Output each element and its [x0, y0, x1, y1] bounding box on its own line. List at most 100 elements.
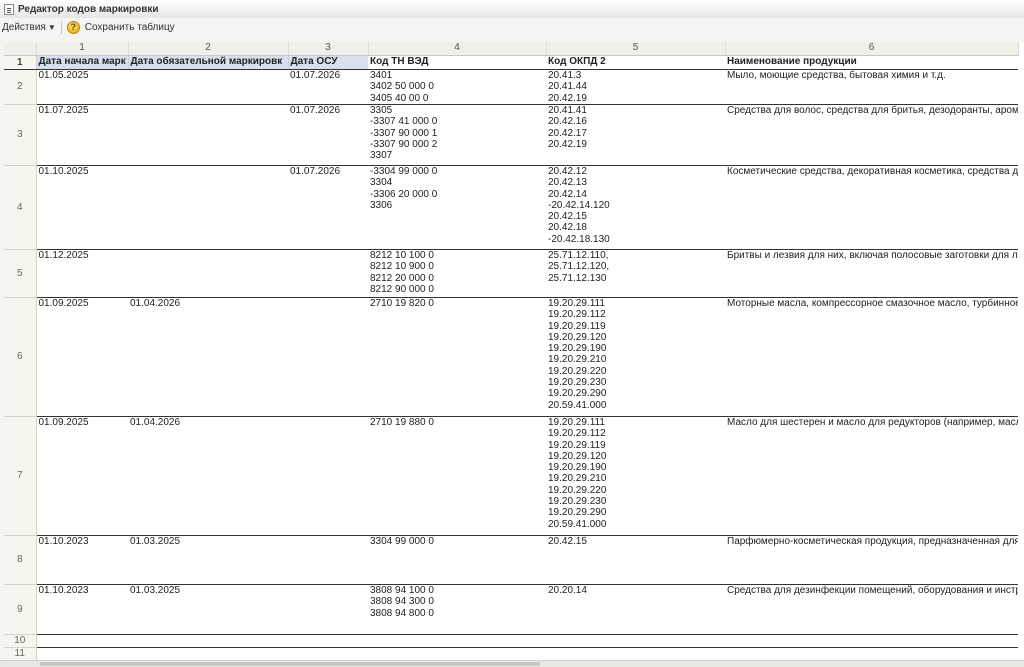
cell-start-date[interactable]: 01.05.2025: [36, 69, 128, 105]
cell-tnved-codes[interactable]: 8212 10 100 0 8212 10 900 0 8212 20 000 08…: [368, 249, 546, 298]
column-header[interactable]: 4: [368, 42, 547, 56]
okpd2-code: 19.20.29.112: [548, 309, 606, 321]
row-number[interactable]: 7: [4, 416, 37, 536]
row-number[interactable]: 1: [4, 55, 37, 70]
cell-product-name[interactable]: Парфюмерно-косметическая продукция, пред…: [725, 535, 1018, 585]
cell-osu-date[interactable]: [288, 535, 368, 585]
cell-start-date[interactable]: 01.10.2023: [36, 584, 128, 635]
header-cell-product-name[interactable]: Наименование продукции: [725, 55, 1018, 70]
cell-mandatory-date[interactable]: [128, 165, 288, 250]
header-cell-osu-date[interactable]: Дата ОСУ: [288, 55, 368, 70]
cell-osu-date[interactable]: [288, 249, 368, 298]
cell-start-date[interactable]: 01.10.2025: [36, 165, 128, 250]
cell-mandatory-date[interactable]: [128, 69, 288, 105]
cell-tnved-codes[interactable]: 3305 -3307 41 000 0 -3307 90 000 1 -3307 90…: [368, 104, 546, 166]
cell-okpd2-codes[interactable]: 19.20.29.111 19.20.29.112 19.20.29.119 19.2…: [546, 416, 725, 536]
cell-product-name[interactable]: Средства для дезинфекции помещений, обор…: [725, 584, 1018, 635]
cell-mandatory-date[interactable]: [128, 249, 288, 298]
row-number[interactable]: 5: [4, 249, 37, 298]
cell-tnved-codes[interactable]: 2710 19 880 0: [368, 416, 546, 536]
okpd2-code: 20.42.15: [548, 211, 587, 223]
column-header[interactable]: 6: [725, 42, 1019, 56]
empty-cell[interactable]: [368, 647, 546, 660]
header-cell-mandatory-date[interactable]: Дата обязательной маркировк: [128, 55, 289, 70]
cell-mandatory-date[interactable]: 01.04.2026: [128, 297, 288, 417]
empty-cell[interactable]: [36, 647, 128, 660]
empty-cell[interactable]: [725, 647, 1018, 660]
cell-tnved-codes[interactable]: -3304 99 000 0 3304 -3306 20 000 0 3306: [368, 165, 546, 250]
header-cell-tnved[interactable]: Код ТН ВЭД: [368, 55, 546, 70]
okpd2-code: 20.41.3: [548, 70, 582, 81]
cell-start-date[interactable]: 01.07.2025: [36, 104, 128, 166]
header-cell-okpd2[interactable]: Код ОКПД 2: [546, 55, 725, 70]
okpd2-code: 19.20.29.230: [548, 377, 607, 389]
spreadsheet[interactable]: 1 2 3 4 5 6 1 Дата начала марк Дата обяз…: [4, 42, 1024, 660]
cell-product-name[interactable]: Бритвы и лезвия для них, включая полосов…: [725, 249, 1018, 298]
save-table-button[interactable]: ? Сохранить таблицу: [66, 20, 175, 34]
okpd2-code: 19.20.29.112: [548, 428, 606, 440]
row-number[interactable]: 2: [4, 69, 37, 105]
tnved-code: 3808 94 100 0: [370, 585, 434, 596]
cell-osu-date[interactable]: [288, 584, 368, 635]
okpd2-code: 20.20.14: [548, 585, 587, 596]
row-number[interactable]: 6: [4, 297, 37, 417]
actions-menu-button[interactable]: Действия ▼: [0, 22, 56, 33]
cell-mandatory-date[interactable]: 01.03.2025: [128, 535, 288, 585]
empty-cell[interactable]: [725, 634, 1018, 648]
column-header[interactable]: 3: [288, 42, 369, 56]
table-row: 10: [4, 634, 1018, 648]
cell-product-name[interactable]: Средства для волос, средства для бритья,…: [725, 104, 1018, 166]
cell-mandatory-date[interactable]: 01.03.2025: [128, 584, 288, 635]
row-number[interactable]: 4: [4, 165, 37, 250]
cell-start-date[interactable]: 01.10.2023: [36, 535, 128, 585]
cell-okpd2-codes[interactable]: 20.20.14: [546, 584, 725, 635]
cell-start-date[interactable]: 01.09.2025: [36, 297, 128, 417]
row-number[interactable]: 8: [4, 535, 37, 585]
empty-cell[interactable]: [128, 647, 288, 660]
cell-product-name[interactable]: Моторные масла, компрессорное смазочное …: [725, 297, 1018, 417]
cell-okpd2-codes[interactable]: 25.71.12.110, 25.71.12.120, 25.71.12.130: [546, 249, 725, 298]
cell-product-name[interactable]: Косметические средства, декоративная кос…: [725, 165, 1018, 250]
table-row: 6 01.09.2025 01.04.2026 2710 19 820 0 19.20.…: [4, 297, 1018, 417]
column-header[interactable]: 1: [36, 42, 129, 56]
row-number[interactable]: 3: [4, 104, 37, 166]
cell-okpd2-codes[interactable]: 19.20.29.111 19.20.29.112 19.20.29.119 19.2…: [546, 297, 725, 417]
tnved-code: 3305: [370, 105, 393, 116]
empty-cell[interactable]: [546, 634, 725, 648]
cell-tnved-codes[interactable]: 2710 19 820 0: [368, 297, 546, 417]
empty-cell[interactable]: [288, 634, 368, 648]
cell-tnved-codes[interactable]: 3808 94 100 0 3808 94 300 0 3808 94 800 0: [368, 584, 546, 635]
empty-cell[interactable]: [128, 634, 288, 648]
cell-okpd2-codes[interactable]: 20.42.15: [546, 535, 725, 585]
column-header[interactable]: 5: [546, 42, 726, 56]
empty-cell[interactable]: [288, 647, 368, 660]
empty-cell[interactable]: [546, 647, 725, 660]
header-cell-start-date[interactable]: Дата начала марк: [36, 55, 129, 70]
cell-product-name[interactable]: Масло для шестерен и масло для редукторо…: [725, 416, 1018, 536]
cell-mandatory-date[interactable]: 01.04.2026: [128, 416, 288, 536]
okpd2-code: 19.20.29.111: [548, 298, 605, 309]
column-header[interactable]: 2: [128, 42, 289, 56]
empty-cell[interactable]: [368, 634, 546, 648]
cell-product-name[interactable]: Мыло, моющие средства, бытовая химия и т…: [725, 69, 1018, 105]
cell-osu-date[interactable]: [288, 297, 368, 417]
cell-osu-date[interactable]: 01.07.2026: [288, 165, 368, 250]
cell-start-date[interactable]: 01.12.2025: [36, 249, 128, 298]
okpd2-code: 25.71.12.120,: [548, 261, 610, 273]
scrollbar-thumb[interactable]: [40, 662, 540, 666]
row-number[interactable]: 11: [4, 647, 37, 660]
cell-mandatory-date[interactable]: [128, 104, 288, 166]
empty-cell[interactable]: [36, 634, 128, 648]
cell-start-date[interactable]: 01.09.2025: [36, 416, 128, 536]
cell-okpd2-codes[interactable]: 20.41.3 20.41.44 20.42.19: [546, 69, 725, 105]
cell-osu-date[interactable]: [288, 416, 368, 536]
cell-okpd2-codes[interactable]: 20.42.12 20.42.13 20.42.14 -20.42.14.120 20.…: [546, 165, 725, 250]
cell-tnved-codes[interactable]: 3401 3402 50 000 0 3405 40 00 0: [368, 69, 546, 105]
cell-osu-date[interactable]: 01.07.2026: [288, 104, 368, 166]
cell-osu-date[interactable]: 01.07.2026: [288, 69, 368, 105]
cell-tnved-codes[interactable]: 3304 99 000 0: [368, 535, 546, 585]
corner-cell[interactable]: [4, 42, 37, 56]
row-number[interactable]: 9: [4, 584, 37, 635]
row-number[interactable]: 10: [4, 634, 37, 648]
cell-okpd2-codes[interactable]: 20.41.41 20.42.16 20.42.17 20.42.19: [546, 104, 725, 166]
